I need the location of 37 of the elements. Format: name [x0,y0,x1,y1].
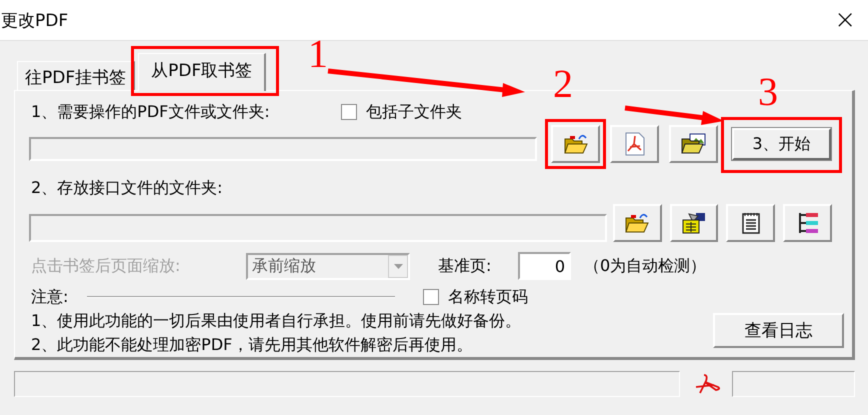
open-folder-icon [625,212,650,234]
open-folder-icon [564,133,588,155]
icon-button[interactable] [669,125,718,163]
base-page-label: 基准页: [438,256,492,276]
start-button[interactable]: 3、开始 [732,128,831,160]
base-page-hint: （0为自动检测） [584,256,706,276]
icon-button[interactable] [726,204,776,242]
zoom-label: 点击书签后页面缩放: [31,256,182,276]
annotation-number: 1 [308,34,328,74]
note-text: 1、使用此功能的一切后果由使用者自行承担。使用前请先做好备份。 [31,310,522,332]
tab[interactable]: 从PDF取书签 [138,53,266,91]
notes-title: 注意: [31,286,70,308]
note-text: 2、此功能不能处理加密PDF，请先用其他软件解密后再使用。 [31,334,474,356]
folder-picture-icon [680,133,706,155]
notepad-icon [740,211,761,235]
path-field[interactable] [29,137,537,161]
icon-button[interactable] [783,204,832,242]
icon-button[interactable] [612,204,662,242]
folder-path-field[interactable] [29,214,607,242]
annotation-number: 2 [553,64,573,104]
pdf-document-icon [624,132,644,156]
dropdown-arrow-icon [394,264,402,268]
annotation-number: 3 [758,72,778,112]
checkbox[interactable] [423,289,439,305]
folder-document-icon [680,211,707,235]
view-log-button[interactable]: 查看日志 [713,313,844,348]
close-button[interactable]: × [826,5,864,35]
tab[interactable]: 往PDF挂书签 [17,61,136,90]
base-page-field[interactable]: 0 [518,252,571,280]
folder-label: 2、存放接口文件的文件夹: [31,178,223,198]
icon-button[interactable] [551,125,600,163]
checkbox-label: 包括子文件夹 [366,102,462,122]
checkbox-label: 名称转页码 [448,286,528,308]
window-title: 更改PDF [1,10,68,32]
icon-button[interactable] [670,204,718,242]
source-label: 1、需要操作的PDF文件或文件夹: [31,102,270,122]
checkbox[interactable] [340,104,357,120]
